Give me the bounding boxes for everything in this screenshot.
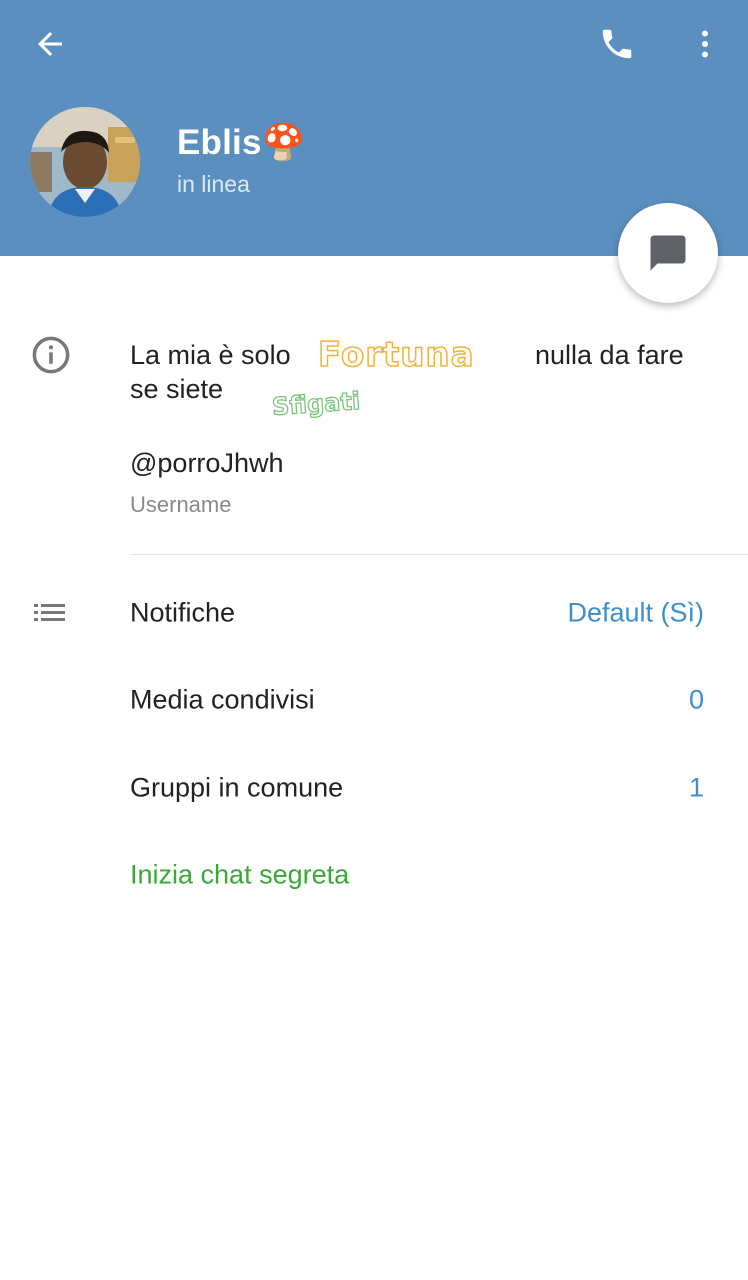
fortuna-sticker: Fortuna (317, 334, 475, 376)
username-value[interactable]: @porroJhwh (130, 448, 283, 479)
bio-line1-start: La mia è solo (130, 340, 291, 370)
more-options-button[interactable] (673, 12, 737, 76)
info-icon (30, 334, 72, 381)
phone-icon (602, 29, 632, 59)
contact-name: Eblis🍄 (177, 123, 306, 162)
arrow-left-icon (38, 32, 62, 56)
more-vert-icon (702, 30, 708, 58)
divider (130, 554, 748, 555)
start-secret-chat-label: Inizia chat segreta (130, 859, 350, 890)
avatar[interactable] (30, 107, 140, 217)
shared-media-row[interactable]: Media condivisi 0 (0, 656, 748, 744)
shared-media-label: Media condivisi (130, 684, 315, 715)
notifications-row[interactable]: Notifiche Default (Sì) (0, 569, 748, 657)
online-status: in linea (177, 171, 250, 197)
avatar-photo (30, 107, 140, 217)
message-icon (650, 235, 686, 271)
back-button[interactable] (18, 12, 82, 76)
common-groups-row[interactable]: Gruppi in comune 1 (0, 744, 748, 832)
common-groups-label: Gruppi in comune (130, 772, 344, 803)
bio-line1-end: nulla da fare (535, 340, 684, 370)
shared-media-count: 0 (688, 684, 704, 715)
send-message-button[interactable] (618, 203, 718, 303)
common-groups-count: 1 (688, 772, 704, 803)
notifications-value: Default (Sì) (567, 597, 704, 628)
notifications-label: Notifiche (130, 597, 236, 628)
bio-line2: se siete (130, 374, 224, 404)
username-label: Username (130, 492, 232, 517)
secret-chat-row[interactable]: Inizia chat segreta (0, 831, 748, 919)
call-button[interactable] (585, 12, 649, 76)
